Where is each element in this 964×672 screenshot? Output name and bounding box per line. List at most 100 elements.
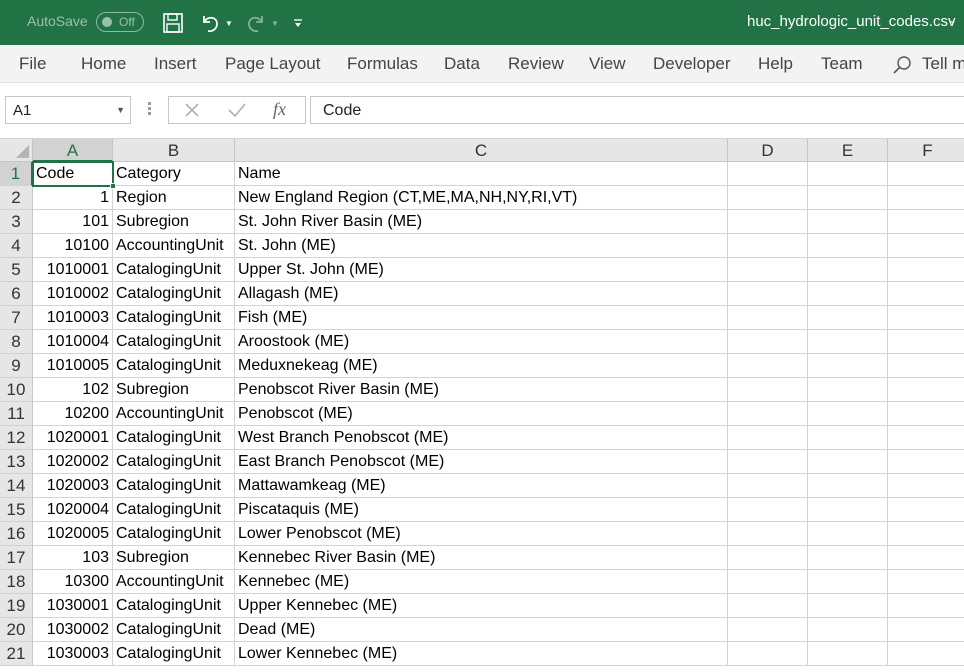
cell-e-7[interactable] <box>808 306 888 330</box>
cell-f-10[interactable] <box>888 378 964 402</box>
cell-c-4[interactable]: St. John (ME) <box>235 234 728 258</box>
minimize-button[interactable]: - <box>950 13 955 30</box>
cell-e-14[interactable] <box>808 474 888 498</box>
cancel-icon[interactable] <box>183 101 201 119</box>
cell-e-19[interactable] <box>808 594 888 618</box>
cell-b-18[interactable]: AccountingUnit <box>113 570 235 594</box>
cell-c-18[interactable]: Kennebec (ME) <box>235 570 728 594</box>
cell-a-12[interactable]: 1020001 <box>33 426 113 450</box>
grip-icon[interactable] <box>146 100 152 120</box>
cell-b-6[interactable]: CatalogingUnit <box>113 282 235 306</box>
row-header[interactable]: 12 <box>0 426 33 450</box>
cell-b-1[interactable]: Category <box>113 162 235 186</box>
cell-a-13[interactable]: 1020002 <box>33 450 113 474</box>
cell-d-10[interactable] <box>728 378 808 402</box>
cell-f-5[interactable] <box>888 258 964 282</box>
cell-f-17[interactable] <box>888 546 964 570</box>
cell-d-8[interactable] <box>728 330 808 354</box>
column-header-e[interactable]: E <box>808 139 888 162</box>
cell-f-21[interactable] <box>888 642 964 666</box>
cell-d-16[interactable] <box>728 522 808 546</box>
cell-b-14[interactable]: CatalogingUnit <box>113 474 235 498</box>
cell-a-1[interactable]: Code <box>33 162 113 186</box>
cell-a-5[interactable]: 1010001 <box>33 258 113 282</box>
cell-e-12[interactable] <box>808 426 888 450</box>
cell-c-2[interactable]: New England Region (CT,ME,MA,NH,NY,RI,VT… <box>235 186 728 210</box>
cell-b-13[interactable]: CatalogingUnit <box>113 450 235 474</box>
cell-d-11[interactable] <box>728 402 808 426</box>
cell-a-2[interactable]: 1 <box>33 186 113 210</box>
row-header[interactable]: 11 <box>0 402 33 426</box>
cell-e-18[interactable] <box>808 570 888 594</box>
cell-f-14[interactable] <box>888 474 964 498</box>
column-header-f[interactable]: F <box>888 139 964 162</box>
cell-f-3[interactable] <box>888 210 964 234</box>
cell-b-8[interactable]: CatalogingUnit <box>113 330 235 354</box>
cell-a-8[interactable]: 1010004 <box>33 330 113 354</box>
cell-d-7[interactable] <box>728 306 808 330</box>
cell-b-5[interactable]: CatalogingUnit <box>113 258 235 282</box>
cell-d-13[interactable] <box>728 450 808 474</box>
cell-c-13[interactable]: East Branch Penobscot (ME) <box>235 450 728 474</box>
cell-e-15[interactable] <box>808 498 888 522</box>
row-header[interactable]: 3 <box>0 210 33 234</box>
undo-dropdown-icon[interactable]: ▼ <box>224 10 234 36</box>
cell-a-19[interactable]: 1030001 <box>33 594 113 618</box>
cell-d-6[interactable] <box>728 282 808 306</box>
cell-f-8[interactable] <box>888 330 964 354</box>
cell-f-18[interactable] <box>888 570 964 594</box>
column-header-c[interactable]: C <box>235 139 728 162</box>
row-header[interactable]: 6 <box>0 282 33 306</box>
insert-function-icon[interactable]: fx <box>273 99 286 120</box>
cell-a-3[interactable]: 101 <box>33 210 113 234</box>
customize-qat-icon[interactable] <box>292 10 304 36</box>
cell-b-16[interactable]: CatalogingUnit <box>113 522 235 546</box>
tab-team[interactable]: Team <box>821 54 863 74</box>
row-header[interactable]: 2 <box>0 186 33 210</box>
cell-a-16[interactable]: 1020005 <box>33 522 113 546</box>
column-header-a[interactable]: A <box>33 139 113 162</box>
row-header[interactable]: 1 <box>0 162 33 186</box>
cell-e-6[interactable] <box>808 282 888 306</box>
row-header[interactable]: 19 <box>0 594 33 618</box>
cell-b-12[interactable]: CatalogingUnit <box>113 426 235 450</box>
cell-e-9[interactable] <box>808 354 888 378</box>
cell-b-21[interactable]: CatalogingUnit <box>113 642 235 666</box>
cell-c-14[interactable]: Mattawamkeag (ME) <box>235 474 728 498</box>
cell-f-9[interactable] <box>888 354 964 378</box>
cell-a-10[interactable]: 102 <box>33 378 113 402</box>
redo-dropdown-icon[interactable]: ▼ <box>270 10 280 36</box>
row-header[interactable]: 4 <box>0 234 33 258</box>
cell-a-18[interactable]: 10300 <box>33 570 113 594</box>
cell-a-21[interactable]: 1030003 <box>33 642 113 666</box>
row-header[interactable]: 16 <box>0 522 33 546</box>
cell-b-11[interactable]: AccountingUnit <box>113 402 235 426</box>
row-header[interactable]: 17 <box>0 546 33 570</box>
cell-a-17[interactable]: 103 <box>33 546 113 570</box>
cell-f-11[interactable] <box>888 402 964 426</box>
row-header[interactable]: 5 <box>0 258 33 282</box>
cell-f-16[interactable] <box>888 522 964 546</box>
cell-b-4[interactable]: AccountingUnit <box>113 234 235 258</box>
cell-a-7[interactable]: 1010003 <box>33 306 113 330</box>
tab-file[interactable]: File <box>19 54 46 74</box>
cell-e-10[interactable] <box>808 378 888 402</box>
cell-c-11[interactable]: Penobscot (ME) <box>235 402 728 426</box>
cell-e-11[interactable] <box>808 402 888 426</box>
undo-button[interactable] <box>198 10 222 36</box>
cell-d-1[interactable] <box>728 162 808 186</box>
save-button[interactable] <box>160 10 186 36</box>
cell-f-2[interactable] <box>888 186 964 210</box>
tab-review[interactable]: Review <box>508 54 564 74</box>
row-header[interactable]: 10 <box>0 378 33 402</box>
cell-e-2[interactable] <box>808 186 888 210</box>
cell-d-17[interactable] <box>728 546 808 570</box>
cell-d-20[interactable] <box>728 618 808 642</box>
cell-a-6[interactable]: 1010002 <box>33 282 113 306</box>
cell-c-15[interactable]: Piscataquis (ME) <box>235 498 728 522</box>
lightbulb-icon[interactable] <box>892 55 912 75</box>
cell-f-19[interactable] <box>888 594 964 618</box>
row-header[interactable]: 14 <box>0 474 33 498</box>
cell-b-17[interactable]: Subregion <box>113 546 235 570</box>
cell-e-8[interactable] <box>808 330 888 354</box>
